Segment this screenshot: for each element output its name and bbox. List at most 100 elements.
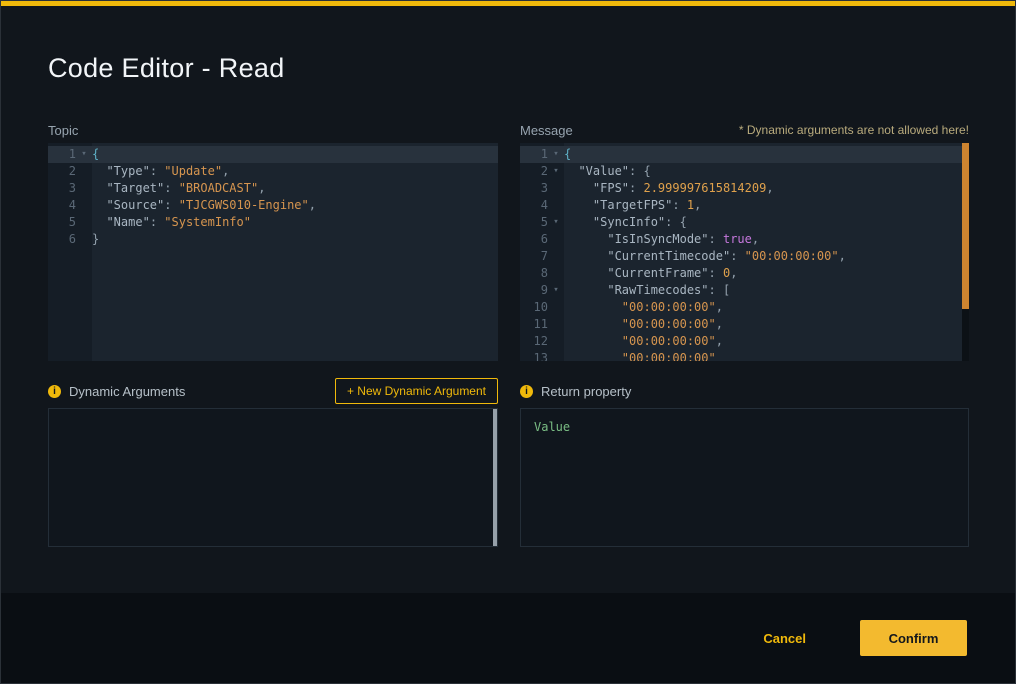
- line-number: 3: [520, 180, 548, 197]
- code-text: {: [564, 146, 571, 163]
- fold-gutter: [76, 231, 92, 248]
- code-line[interactable]: 7 "CurrentTimecode": "00:00:00:00",: [520, 248, 969, 265]
- fold-gutter: [548, 197, 564, 214]
- fold-arrow-icon[interactable]: ▾: [76, 146, 92, 163]
- line-number: 4: [520, 197, 548, 214]
- fold-gutter: [76, 214, 92, 231]
- code-text: "00:00:00:00": [564, 350, 716, 361]
- code-line[interactable]: 9▾ "RawTimecodes": [: [520, 282, 969, 299]
- message-code-lines: 1▾{2▾ "Value": {3 "FPS": 2.9999976158142…: [520, 143, 969, 361]
- code-text: "Value": {: [564, 163, 651, 180]
- line-number: 5: [48, 214, 76, 231]
- dynamic-arguments-header: i Dynamic Arguments + New Dynamic Argume…: [48, 378, 498, 404]
- code-text: "Source": "TJCGWS010-Engine",: [92, 197, 316, 214]
- message-editor[interactable]: 1▾{2▾ "Value": {3 "FPS": 2.9999976158142…: [520, 143, 969, 361]
- code-text: {: [92, 146, 99, 163]
- line-number: 3: [48, 180, 76, 197]
- return-property-label: Return property: [541, 384, 631, 399]
- message-header: Message * Dynamic arguments are not allo…: [520, 121, 969, 139]
- fold-gutter: [76, 163, 92, 180]
- fold-gutter: [548, 265, 564, 282]
- code-line[interactable]: 10 "00:00:00:00",: [520, 299, 969, 316]
- new-dynamic-argument-button[interactable]: + New Dynamic Argument: [335, 378, 498, 404]
- code-line[interactable]: 12 "00:00:00:00",: [520, 333, 969, 350]
- code-text: "00:00:00:00",: [564, 333, 723, 350]
- line-number: 12: [520, 333, 548, 350]
- line-number: 4: [48, 197, 76, 214]
- code-line[interactable]: 11 "00:00:00:00",: [520, 316, 969, 333]
- code-line[interactable]: 3 "Target": "BROADCAST",: [48, 180, 498, 197]
- info-icon: i: [520, 385, 533, 398]
- dialog-footer: Cancel Confirm: [1, 593, 1015, 683]
- code-text: "Target": "BROADCAST",: [92, 180, 265, 197]
- code-text: "TargetFPS": 1,: [564, 197, 701, 214]
- line-number: 9: [520, 282, 548, 299]
- line-number: 13: [520, 350, 548, 361]
- code-line[interactable]: 1▾{: [520, 146, 969, 163]
- line-number: 6: [520, 231, 548, 248]
- info-icon: i: [48, 385, 61, 398]
- line-number: 2: [48, 163, 76, 180]
- return-property-panel[interactable]: Value: [520, 408, 969, 547]
- code-line[interactable]: 1▾{: [48, 146, 498, 163]
- dialog-title: Code Editor - Read: [48, 53, 285, 84]
- fold-gutter: [548, 231, 564, 248]
- line-number: 11: [520, 316, 548, 333]
- code-text: "CurrentTimecode": "00:00:00:00",: [564, 248, 846, 265]
- code-text: "IsInSyncMode": true,: [564, 231, 759, 248]
- code-text: "Type": "Update",: [92, 163, 229, 180]
- return-property-value[interactable]: Value: [534, 420, 570, 434]
- code-text: "00:00:00:00",: [564, 316, 723, 333]
- dynamic-arguments-label: Dynamic Arguments: [69, 384, 185, 399]
- code-line[interactable]: 4 "TargetFPS": 1,: [520, 197, 969, 214]
- code-line[interactable]: 6 "IsInSyncMode": true,: [520, 231, 969, 248]
- fold-arrow-icon[interactable]: ▾: [548, 282, 564, 299]
- code-text: "CurrentFrame": 0,: [564, 265, 737, 282]
- line-number: 1: [520, 146, 548, 163]
- topic-editor[interactable]: 1▾{2 "Type": "Update",3 "Target": "BROAD…: [48, 143, 498, 361]
- code-line[interactable]: 2▾ "Value": {: [520, 163, 969, 180]
- line-number: 8: [520, 265, 548, 282]
- fold-gutter: [548, 333, 564, 350]
- code-text: }: [92, 231, 99, 248]
- code-line[interactable]: 3 "FPS": 2.999997615814209,: [520, 180, 969, 197]
- fold-arrow-icon[interactable]: ▾: [548, 146, 564, 163]
- message-scrollbar-track[interactable]: [962, 143, 969, 361]
- fold-gutter: [548, 248, 564, 265]
- fold-gutter: [76, 180, 92, 197]
- message-note: * Dynamic arguments are not allowed here…: [739, 123, 969, 137]
- line-number: 5: [520, 214, 548, 231]
- line-number: 6: [48, 231, 76, 248]
- dynamic-arguments-panel: [48, 408, 498, 547]
- fold-gutter: [548, 299, 564, 316]
- message-scrollbar-thumb[interactable]: [962, 143, 969, 309]
- code-line[interactable]: 5 "Name": "SystemInfo": [48, 214, 498, 231]
- fold-gutter: [548, 350, 564, 361]
- code-text: "Name": "SystemInfo": [92, 214, 251, 231]
- line-number: 2: [520, 163, 548, 180]
- code-text: "RawTimecodes": [: [564, 282, 730, 299]
- code-line[interactable]: 5▾ "SyncInfo": {: [520, 214, 969, 231]
- code-line[interactable]: 4 "Source": "TJCGWS010-Engine",: [48, 197, 498, 214]
- fold-gutter: [76, 197, 92, 214]
- code-line[interactable]: 2 "Type": "Update",: [48, 163, 498, 180]
- line-number: 10: [520, 299, 548, 316]
- cancel-button[interactable]: Cancel: [763, 631, 806, 646]
- fold-gutter: [548, 316, 564, 333]
- accent-bar: [1, 1, 1015, 6]
- code-line[interactable]: 8 "CurrentFrame": 0,: [520, 265, 969, 282]
- fold-arrow-icon[interactable]: ▾: [548, 214, 564, 231]
- topic-code-lines: 1▾{2 "Type": "Update",3 "Target": "BROAD…: [48, 143, 498, 248]
- confirm-button[interactable]: Confirm: [860, 620, 967, 656]
- fold-gutter: [548, 180, 564, 197]
- line-number: 1: [48, 146, 76, 163]
- fold-arrow-icon[interactable]: ▾: [548, 163, 564, 180]
- code-text: "00:00:00:00",: [564, 299, 723, 316]
- code-line[interactable]: 6}: [48, 231, 498, 248]
- code-line[interactable]: 13 "00:00:00:00": [520, 350, 969, 361]
- code-text: "FPS": 2.999997615814209,: [564, 180, 774, 197]
- code-editor-dialog: Code Editor - Read Topic 1▾{2 "Type": "U…: [0, 0, 1016, 684]
- return-property-header: i Return property: [520, 378, 969, 404]
- dynamic-arguments-scrollbar[interactable]: [493, 409, 497, 546]
- topic-label: Topic: [48, 123, 78, 138]
